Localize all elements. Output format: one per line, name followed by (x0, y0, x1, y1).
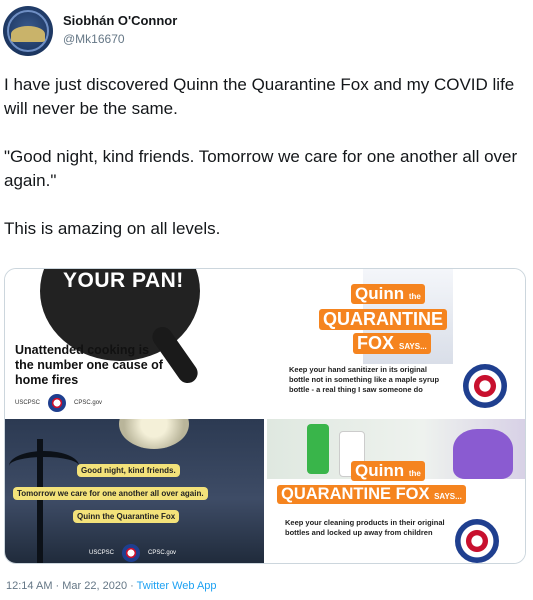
tweet-text: I have just discovered Quinn the Quarant… (4, 73, 524, 265)
cpsc-seal-icon (455, 519, 499, 563)
goodnight-line-2: Tomorrow we care for one another all ove… (13, 487, 208, 500)
quinn-title: Quinn the (351, 461, 425, 481)
tweet-paragraph: "Good night, kind friends. Tomorrow we c… (4, 147, 518, 190)
logo-text-right: CPSC.gov (148, 550, 177, 556)
media-tile-sanitizer[interactable]: Quinn the QUARANTINE FOX SAYS... Keep yo… (267, 269, 525, 416)
logo-row: USCPSC CPSC.gov (15, 394, 102, 412)
fox-title: FOX SAYS... (353, 333, 431, 354)
media-tile-pan[interactable]: YOUR PAN! Unattended cooking is the numb… (5, 269, 264, 416)
quarantine-title: QUARANTINE (319, 309, 447, 330)
tweet-paragraph: I have just discovered Quinn the Quarant… (4, 75, 515, 118)
logo-row: USCPSC CPSC.gov (89, 544, 176, 562)
quinn-title: Quinn the (351, 284, 425, 304)
goodnight-line-3: Quinn the Quarantine Fox (73, 510, 180, 523)
tweet-paragraph: This is amazing on all levels. (4, 219, 221, 238)
avatar-emblem (11, 26, 45, 42)
user-name[interactable]: Siobhán O'Connor (63, 13, 177, 28)
palm-tree-illustration (9, 439, 79, 563)
sanitizer-tip: Keep your hand sanitizer in its original… (289, 365, 440, 394)
cpsc-seal-icon (48, 394, 67, 412)
logo-text-left: USCPSC (89, 550, 115, 556)
cleaning-tip: Keep your cleaning products in their ori… (285, 518, 445, 537)
media-grid: YOUR PAN! Unattended cooking is the numb… (4, 268, 526, 564)
tweet-timestamp[interactable]: 12:14 AM · Mar 22, 2020 · Twitter Web Ap… (6, 580, 217, 592)
logo-text-right: CPSC.gov (74, 400, 103, 406)
moon-illustration (119, 419, 189, 449)
logo-text-left: USCPSC (15, 400, 41, 406)
media-tile-cleaning[interactable]: Quinn the QUARANTINE FOX SAYS... Keep yo… (267, 419, 525, 563)
goodnight-line-1: Good night, kind friends. (77, 464, 180, 477)
cpsc-seal-icon (122, 544, 141, 562)
pan-headline: YOUR PAN! (63, 269, 184, 292)
quarantine-fox-title: QUARANTINE FOX SAYS... (277, 485, 466, 504)
media-tile-goodnight[interactable]: Good night, kind friends. Tomorrow we ca… (5, 419, 264, 563)
tweet-time[interactable]: 12:14 AM · Mar 22, 2020 · (6, 580, 134, 592)
fire-warning-text: Unattended cooking is the number one cau… (15, 343, 163, 387)
cpsc-seal-icon (463, 364, 507, 408)
avatar[interactable] (3, 6, 53, 56)
tweet-source-app[interactable]: Twitter Web App (137, 580, 217, 592)
green-bottle-illustration (307, 424, 329, 474)
glove-illustration (453, 429, 513, 479)
user-handle[interactable]: @Mk16670 (63, 32, 125, 46)
